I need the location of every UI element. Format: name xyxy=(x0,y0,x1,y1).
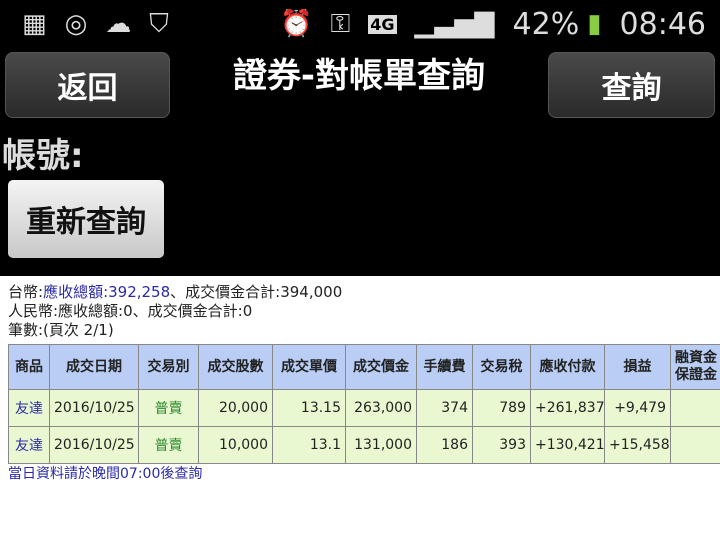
stock-link[interactable]: 友達 xyxy=(8,389,50,427)
column-header: 成交股數 xyxy=(198,344,273,390)
shield-icon: ⛉ xyxy=(149,8,169,39)
column-header: 應收付款 xyxy=(530,344,605,390)
data-note: 當日資料請於晚間07:00後查詢 xyxy=(8,466,203,482)
column-header: 成交單價 xyxy=(272,344,346,390)
column-header: 交易別 xyxy=(138,344,199,390)
column-header: 交易稅 xyxy=(472,344,531,390)
column-header: 商品 xyxy=(8,344,50,390)
battery-percent: 42% xyxy=(512,6,580,42)
twd-receivable: 應收總額:392,258 xyxy=(43,283,171,301)
rmb-summary: 人民幣:應收總額:0、成交價金合計:0 xyxy=(8,302,253,320)
statement-table: 商品 成交日期 交易別 成交股數 成交單價 成交價金 手續費 交易稅 應收付款 損益 融資金 保證金… xyxy=(8,344,720,464)
page-title: 證券-對帳單查詢 xyxy=(232,56,486,96)
table-cell: 普賣 xyxy=(138,389,199,427)
table-cell: 131,000 xyxy=(345,426,417,464)
cloud-icon: ☁ xyxy=(105,9,132,39)
table-cell: 263,000 xyxy=(345,389,417,427)
table-cell: 0 xyxy=(670,426,720,464)
twd-total: 、成交價金合計:394,000 xyxy=(170,283,343,301)
table-cell: 2016/10/25 xyxy=(49,389,139,427)
table-row: 友達 2016/10/25 普賣 20,000 13.15 263,000 374 789 +2… xyxy=(8,389,720,427)
signal-icon: ▁▃▅▇ xyxy=(414,9,495,39)
table-cell: +9,479 xyxy=(604,389,671,427)
column-header: 損益 xyxy=(604,344,671,390)
table-cell: 186 xyxy=(416,426,473,464)
table-cell: +15,458 xyxy=(604,426,671,464)
sync-icon: ◎ xyxy=(64,9,88,39)
column-header: 融資金 保證金 xyxy=(670,344,720,390)
table-cell: 393 xyxy=(472,426,531,464)
column-header: 手續費 xyxy=(416,344,473,390)
calendar-icon: ▦ xyxy=(22,9,47,39)
table-cell: 0 xyxy=(670,389,720,427)
clock: 08:46 xyxy=(619,6,706,42)
battery-charging-icon: ▮ xyxy=(587,9,602,39)
table-cell: 20,000 xyxy=(198,389,273,427)
back-button[interactable]: 返回 xyxy=(5,52,170,118)
table-cell: 13.1 xyxy=(272,426,346,464)
column-header: 成交日期 xyxy=(49,344,139,390)
network-type-icon: 4G xyxy=(368,14,397,34)
app-header-area: ▦ ◎ ☁ ⛉ ⏰ ⚿ 4G ▁▃▅▇ 42% ▮ 08:46 返回 證券-對帳… xyxy=(0,0,720,276)
account-label: 帳號: xyxy=(2,136,84,176)
status-bar-left: ▦ ◎ ☁ ⛉ xyxy=(22,0,187,48)
alarm-icon: ⏰ xyxy=(280,9,313,39)
table-cell: 10,000 xyxy=(198,426,273,464)
key-icon: ⚿ xyxy=(330,8,351,39)
table-cell: 13.15 xyxy=(272,389,346,427)
column-header: 成交價金 xyxy=(345,344,417,390)
summary: 台幣:應收總額:392,258、成交價金合計:394,000 人民幣:應收總額:… xyxy=(8,283,342,340)
record-count: 筆數:(頁次 2/1) xyxy=(8,321,114,339)
table-cell: +130,421 xyxy=(530,426,605,464)
requery-button[interactable]: 重新查詢 xyxy=(8,180,164,258)
table-cell: 普賣 xyxy=(138,426,199,464)
table-cell: 374 xyxy=(416,389,473,427)
query-button[interactable]: 查詢 xyxy=(548,52,715,118)
twd-prefix: 台幣: xyxy=(8,283,44,301)
table-row: 友達 2016/10/25 普賣 10,000 13.1 131,000 186 393 +13… xyxy=(8,426,720,464)
table-cell: 789 xyxy=(472,389,531,427)
stock-link[interactable]: 友達 xyxy=(8,426,50,464)
table-cell: 2016/10/25 xyxy=(49,426,139,464)
status-bar-right: ⏰ ⚿ 4G ▁▃▅▇ 42% ▮ 08:46 xyxy=(280,0,706,48)
table-cell: +261,837 xyxy=(530,389,605,427)
